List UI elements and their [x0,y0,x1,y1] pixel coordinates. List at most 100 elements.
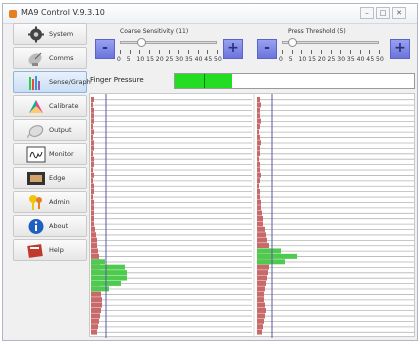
sidebar-item-about[interactable]: About [13,215,87,237]
graph-red-bar [257,302,265,308]
slider-tick-label: 0 [117,56,122,63]
slider-tick [379,50,380,54]
sidebar-item-output[interactable]: Output [13,119,87,141]
graph-red-bar [91,194,93,200]
slider-tick [187,50,189,54]
graph-red-bar [257,156,259,162]
slider-tick [340,50,342,54]
graph-red-bar [91,221,94,227]
graph-red-bar [91,291,101,297]
slider-tick [178,50,180,54]
sidebar-item-help[interactable]: Help [13,239,87,261]
sidebar-item-label: About [49,222,69,230]
title-bar: MA9 Control V.9.3.10 – □ ✕ [3,4,417,24]
graph-green-bar [257,248,281,254]
sidebar-item-label: System [49,30,74,38]
graph-red-bar [91,167,93,173]
graph-red-bar [257,167,260,173]
graph-red-bar [91,161,94,167]
graph-red-bar [91,232,96,238]
graph-red-bar [257,205,261,211]
sidebar-item-sense-graph[interactable]: Sense/Graph [13,71,91,93]
close-button[interactable]: ✕ [392,7,406,19]
mouse-icon [27,125,44,139]
graph-green-bar [91,275,127,281]
graph-red-bar [91,151,93,157]
graph-red-bar [257,329,262,335]
slider-tick-label: 25 [165,56,174,63]
slider-tick [158,50,160,54]
graph-red-bar [91,188,94,194]
slider-tick [168,50,170,54]
sidebar-item-edge[interactable]: Edge [13,167,87,189]
graph-red-bar [91,113,94,119]
frame-icon [27,172,45,185]
press-slider-thumb[interactable] [287,38,297,47]
graph-red-bar [257,313,265,319]
graph-green-bar [257,259,285,265]
app-icon [9,10,17,18]
slider-tick [349,50,351,54]
sidebar-item-system[interactable]: System [13,23,87,45]
press-increase-button[interactable]: + [390,39,410,59]
slider-tick [129,50,131,54]
slider-tick [197,50,199,54]
graph-red-bar [257,216,263,222]
slider-tick-label: 50 [376,56,385,63]
finger-pressure-bar [174,73,415,89]
slider-tick [120,50,121,54]
press-decrease-button[interactable]: - [257,39,277,59]
coarse-decrease-button[interactable]: - [95,39,115,59]
coarse-slider-track[interactable] [120,41,217,44]
info-icon [28,219,44,234]
slider-tick [139,50,141,54]
sidebar-item-admin[interactable]: Admin [13,191,87,213]
sidebar-item-monitor[interactable]: Monitor [13,143,87,165]
graph-red-bar [91,140,94,146]
slider-tick-label: 10 [136,56,145,63]
graph-red-bar [257,134,260,140]
sidebar-item-comms[interactable]: Comms [13,47,87,69]
sidebar-item-calibrate[interactable]: Calibrate [13,95,87,117]
slider-tick-label: 35 [184,56,193,63]
graph-red-bar [257,151,260,157]
minimize-button[interactable]: – [360,7,374,19]
graph-red-bar [257,199,261,205]
graph-red-bar [257,102,261,108]
graph-red-bar [91,205,94,211]
slider-tick-label: 15 [308,56,317,63]
coarse-sensitivity-label: Coarse Sensitivity (11) [120,28,189,35]
slider-tick-label: 20 [317,56,326,63]
slider-tick-label: 40 [194,56,203,63]
help-book-icon [27,244,43,258]
graph-red-bar [91,253,99,259]
graph-red-bar [257,161,260,167]
slider-tick [149,50,151,54]
graph-green-bar [91,264,125,270]
graph-red-bar [257,210,262,216]
graph-red-bar [257,107,260,113]
finger-pressure-row: Finger Pressure [90,70,415,90]
slider-tick-label: 45 [204,56,213,63]
signature-icon [26,146,46,163]
maximize-button[interactable]: □ [376,7,390,19]
slider-tick-label: 20 [155,56,164,63]
slider-tick-label: 45 [366,56,375,63]
graph-red-bar [257,264,269,270]
coarse-ticks [120,50,218,54]
sidebar-item-label: Output [49,126,72,134]
graph-red-bar [257,318,264,324]
graph-red-bar [257,140,261,146]
graph-red-bar [91,129,94,135]
sensor-graph [91,94,414,338]
coarse-increase-button[interactable]: + [223,39,243,59]
slider-tick-label: 0 [279,56,284,63]
sensor-graph-panel [89,93,415,338]
slider-tick [359,50,361,54]
graph-red-bar [257,243,269,249]
graph-red-bar [257,97,260,103]
graph-red-bar [257,226,265,232]
sidebar-item-label: Admin [49,198,70,206]
coarse-slider-thumb[interactable] [137,38,147,47]
keys-icon [29,195,42,210]
